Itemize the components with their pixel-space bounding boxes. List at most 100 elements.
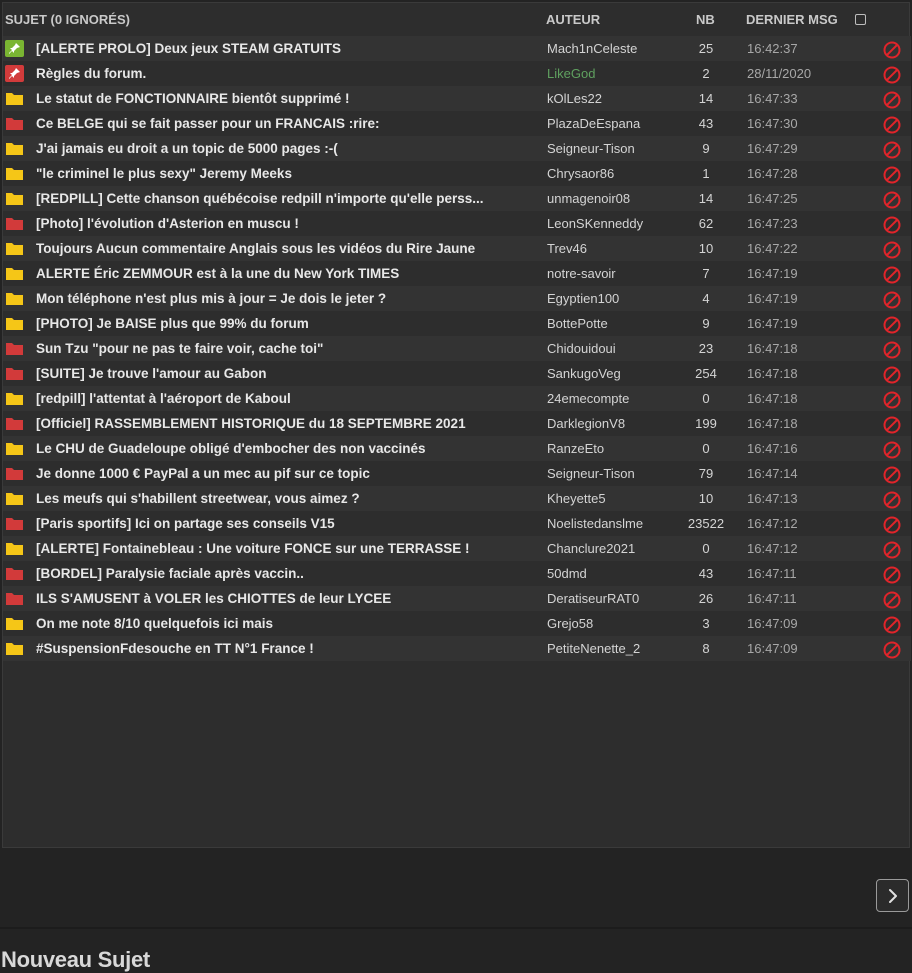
- topic-author-link[interactable]: Kheyette5: [547, 486, 606, 511]
- select-all-checkbox[interactable]: [855, 14, 866, 25]
- ignore-topic-icon[interactable]: [883, 66, 901, 84]
- topic-row[interactable]: Sun Tzu "pour ne pas te faire voir, cach…: [3, 336, 911, 361]
- topic-author-link[interactable]: kOlLes22: [547, 86, 602, 111]
- topic-last-message-link[interactable]: 16:47:25: [747, 186, 798, 211]
- topic-author-link[interactable]: Trev46: [547, 236, 587, 261]
- topic-author-link[interactable]: Grejo58: [547, 611, 593, 636]
- topic-title-link[interactable]: J'ai jamais eu droit a un topic de 5000 …: [36, 136, 514, 161]
- topic-row[interactable]: [SUITE] Je trouve l'amour au Gabon Sankug…: [3, 361, 911, 386]
- topic-last-message-link[interactable]: 28/11/2020: [747, 61, 811, 86]
- topic-title-link[interactable]: [ALERTE] Fontainebleau : Une voiture FON…: [36, 536, 514, 561]
- ignore-topic-icon[interactable]: [883, 266, 901, 284]
- topic-last-message-link[interactable]: 16:47:19: [747, 261, 798, 286]
- topic-title-link[interactable]: [Officiel] RASSEMBLEMENT HISTORIQUE du 1…: [36, 411, 514, 436]
- topic-last-message-link[interactable]: 16:47:14: [747, 461, 798, 486]
- topic-row[interactable]: Les meufs qui s'habillent streetwear, vo…: [3, 486, 911, 511]
- ignore-topic-icon[interactable]: [883, 216, 901, 234]
- ignore-topic-icon[interactable]: [883, 616, 901, 634]
- topic-last-message-link[interactable]: 16:47:16: [747, 436, 798, 461]
- topic-author-link[interactable]: notre-savoir: [547, 261, 616, 286]
- ignore-topic-icon[interactable]: [883, 116, 901, 134]
- next-page-button[interactable]: [876, 879, 909, 912]
- topic-title-link[interactable]: Le CHU de Guadeloupe obligé d'embocher d…: [36, 436, 514, 461]
- topic-row[interactable]: [Officiel] RASSEMBLEMENT HISTORIQUE du 1…: [3, 411, 911, 436]
- topic-last-message-link[interactable]: 16:47:19: [747, 286, 798, 311]
- topic-last-message-link[interactable]: 16:47:22: [747, 236, 798, 261]
- topic-last-message-link[interactable]: 16:47:12: [747, 536, 798, 561]
- ignore-topic-icon[interactable]: [883, 316, 901, 334]
- topic-row[interactable]: [ALERTE] Fontainebleau : Une voiture FON…: [3, 536, 911, 561]
- topic-row[interactable]: [REDPILL] Cette chanson québécoise redpi…: [3, 186, 911, 211]
- topic-row[interactable]: Le statut de FONCTIONNAIRE bientôt suppr…: [3, 86, 911, 111]
- topic-last-message-link[interactable]: 16:42:37: [747, 36, 798, 61]
- ignore-topic-icon[interactable]: [883, 416, 901, 434]
- ignore-topic-icon[interactable]: [883, 291, 901, 309]
- topic-row[interactable]: Règles du forum. LikeGod 2 28/11/2020: [3, 61, 911, 86]
- topic-author-link[interactable]: Chidouidoui: [547, 336, 616, 361]
- ignore-topic-icon[interactable]: [883, 191, 901, 209]
- topic-row[interactable]: Mon téléphone n'est plus mis à jour = Je…: [3, 286, 911, 311]
- topic-title-link[interactable]: Ce BELGE qui se fait passer pour un FRAN…: [36, 111, 514, 136]
- topic-title-link[interactable]: Je donne 1000 € PayPal a un mec au pif s…: [36, 461, 514, 486]
- ignore-topic-icon[interactable]: [883, 91, 901, 109]
- topic-author-link[interactable]: 24emecompte: [547, 386, 629, 411]
- ignore-topic-icon[interactable]: [883, 441, 901, 459]
- topic-row[interactable]: #SuspensionFdesouche en TT N°1 France ! P…: [3, 636, 911, 661]
- topic-title-link[interactable]: #SuspensionFdesouche en TT N°1 France !: [36, 636, 514, 661]
- topic-author-link[interactable]: 50dmd: [547, 561, 587, 586]
- ignore-topic-icon[interactable]: [883, 516, 901, 534]
- topic-last-message-link[interactable]: 16:47:28: [747, 161, 798, 186]
- topic-row[interactable]: [BORDEL] Paralysie faciale après vaccin.…: [3, 561, 911, 586]
- topic-author-link[interactable]: unmagenoir08: [547, 186, 630, 211]
- topic-title-link[interactable]: Sun Tzu "pour ne pas te faire voir, cach…: [36, 336, 514, 361]
- topic-row[interactable]: ILS S'AMUSENT à VOLER les CHIOTTES de le…: [3, 586, 911, 611]
- topic-row[interactable]: [PHOTO] Je BAISE plus que 99% du forum Bo…: [3, 311, 911, 336]
- topic-author-link[interactable]: DarklegionV8: [547, 411, 625, 436]
- ignore-topic-icon[interactable]: [883, 491, 901, 509]
- ignore-topic-icon[interactable]: [883, 591, 901, 609]
- topic-last-message-link[interactable]: 16:47:11: [747, 561, 797, 586]
- ignore-topic-icon[interactable]: [883, 366, 901, 384]
- topic-author-link[interactable]: SankugoVeg: [547, 361, 621, 386]
- topic-last-message-link[interactable]: 16:47:19: [747, 311, 798, 336]
- topic-author-link[interactable]: RanzeEto: [547, 436, 604, 461]
- ignore-topic-icon[interactable]: [883, 341, 901, 359]
- topic-author-link[interactable]: Chrysaor86: [547, 161, 614, 186]
- ignore-topic-icon[interactable]: [883, 566, 901, 584]
- topic-author-link[interactable]: Egyptien100: [547, 286, 619, 311]
- topic-title-link[interactable]: On me note 8/10 quelquefois ici mais: [36, 611, 514, 636]
- topic-title-link[interactable]: Toujours Aucun commentaire Anglais sous …: [36, 236, 514, 261]
- topic-title-link[interactable]: [ALERTE PROLO] Deux jeux STEAM GRATUITS: [36, 36, 514, 61]
- topic-title-link[interactable]: ALERTE Éric ZEMMOUR est à la une du New …: [36, 261, 514, 286]
- topic-title-link[interactable]: [PHOTO] Je BAISE plus que 99% du forum: [36, 311, 514, 336]
- topic-last-message-link[interactable]: 16:47:11: [747, 586, 797, 611]
- topic-last-message-link[interactable]: 16:47:18: [747, 386, 798, 411]
- topic-last-message-link[interactable]: 16:47:12: [747, 511, 798, 536]
- topic-last-message-link[interactable]: 16:47:13: [747, 486, 798, 511]
- topic-row[interactable]: Ce BELGE qui se fait passer pour un FRAN…: [3, 111, 911, 136]
- ignore-topic-icon[interactable]: [883, 641, 901, 659]
- topic-title-link[interactable]: [Photo] l'évolution d'Asterion en muscu …: [36, 211, 514, 236]
- topic-row[interactable]: Je donne 1000 € PayPal a un mec au pif s…: [3, 461, 911, 486]
- topic-author-link[interactable]: Seigneur-Tison: [547, 136, 635, 161]
- topic-row[interactable]: "le criminel le plus sexy" Jeremy Meeks C…: [3, 161, 911, 186]
- topic-title-link[interactable]: ILS S'AMUSENT à VOLER les CHIOTTES de le…: [36, 586, 514, 611]
- topic-row[interactable]: [ALERTE PROLO] Deux jeux STEAM GRATUITS M…: [3, 36, 911, 61]
- topic-author-link[interactable]: PlazaDeEspana: [547, 111, 640, 136]
- ignore-topic-icon[interactable]: [883, 241, 901, 259]
- topic-title-link[interactable]: [Paris sportifs] Ici on partage ses cons…: [36, 511, 514, 536]
- topic-row[interactable]: J'ai jamais eu droit a un topic de 5000 …: [3, 136, 911, 161]
- topic-author-link[interactable]: BottePotte: [547, 311, 608, 336]
- topic-author-link[interactable]: Mach1nCeleste: [547, 36, 637, 61]
- topic-row[interactable]: [redpill] l'attentat à l'aéroport de Kab…: [3, 386, 911, 411]
- topic-title-link[interactable]: "le criminel le plus sexy" Jeremy Meeks: [36, 161, 514, 186]
- topic-last-message-link[interactable]: 16:47:29: [747, 136, 798, 161]
- topic-last-message-link[interactable]: 16:47:09: [747, 611, 798, 636]
- topic-row[interactable]: On me note 8/10 quelquefois ici mais Grej…: [3, 611, 911, 636]
- topic-last-message-link[interactable]: 16:47:09: [747, 636, 798, 661]
- ignore-topic-icon[interactable]: [883, 391, 901, 409]
- topic-author-link[interactable]: PetiteNenette_2: [547, 636, 640, 661]
- topic-title-link[interactable]: [redpill] l'attentat à l'aéroport de Kab…: [36, 386, 514, 411]
- topic-last-message-link[interactable]: 16:47:30: [747, 111, 798, 136]
- ignore-topic-icon[interactable]: [883, 141, 901, 159]
